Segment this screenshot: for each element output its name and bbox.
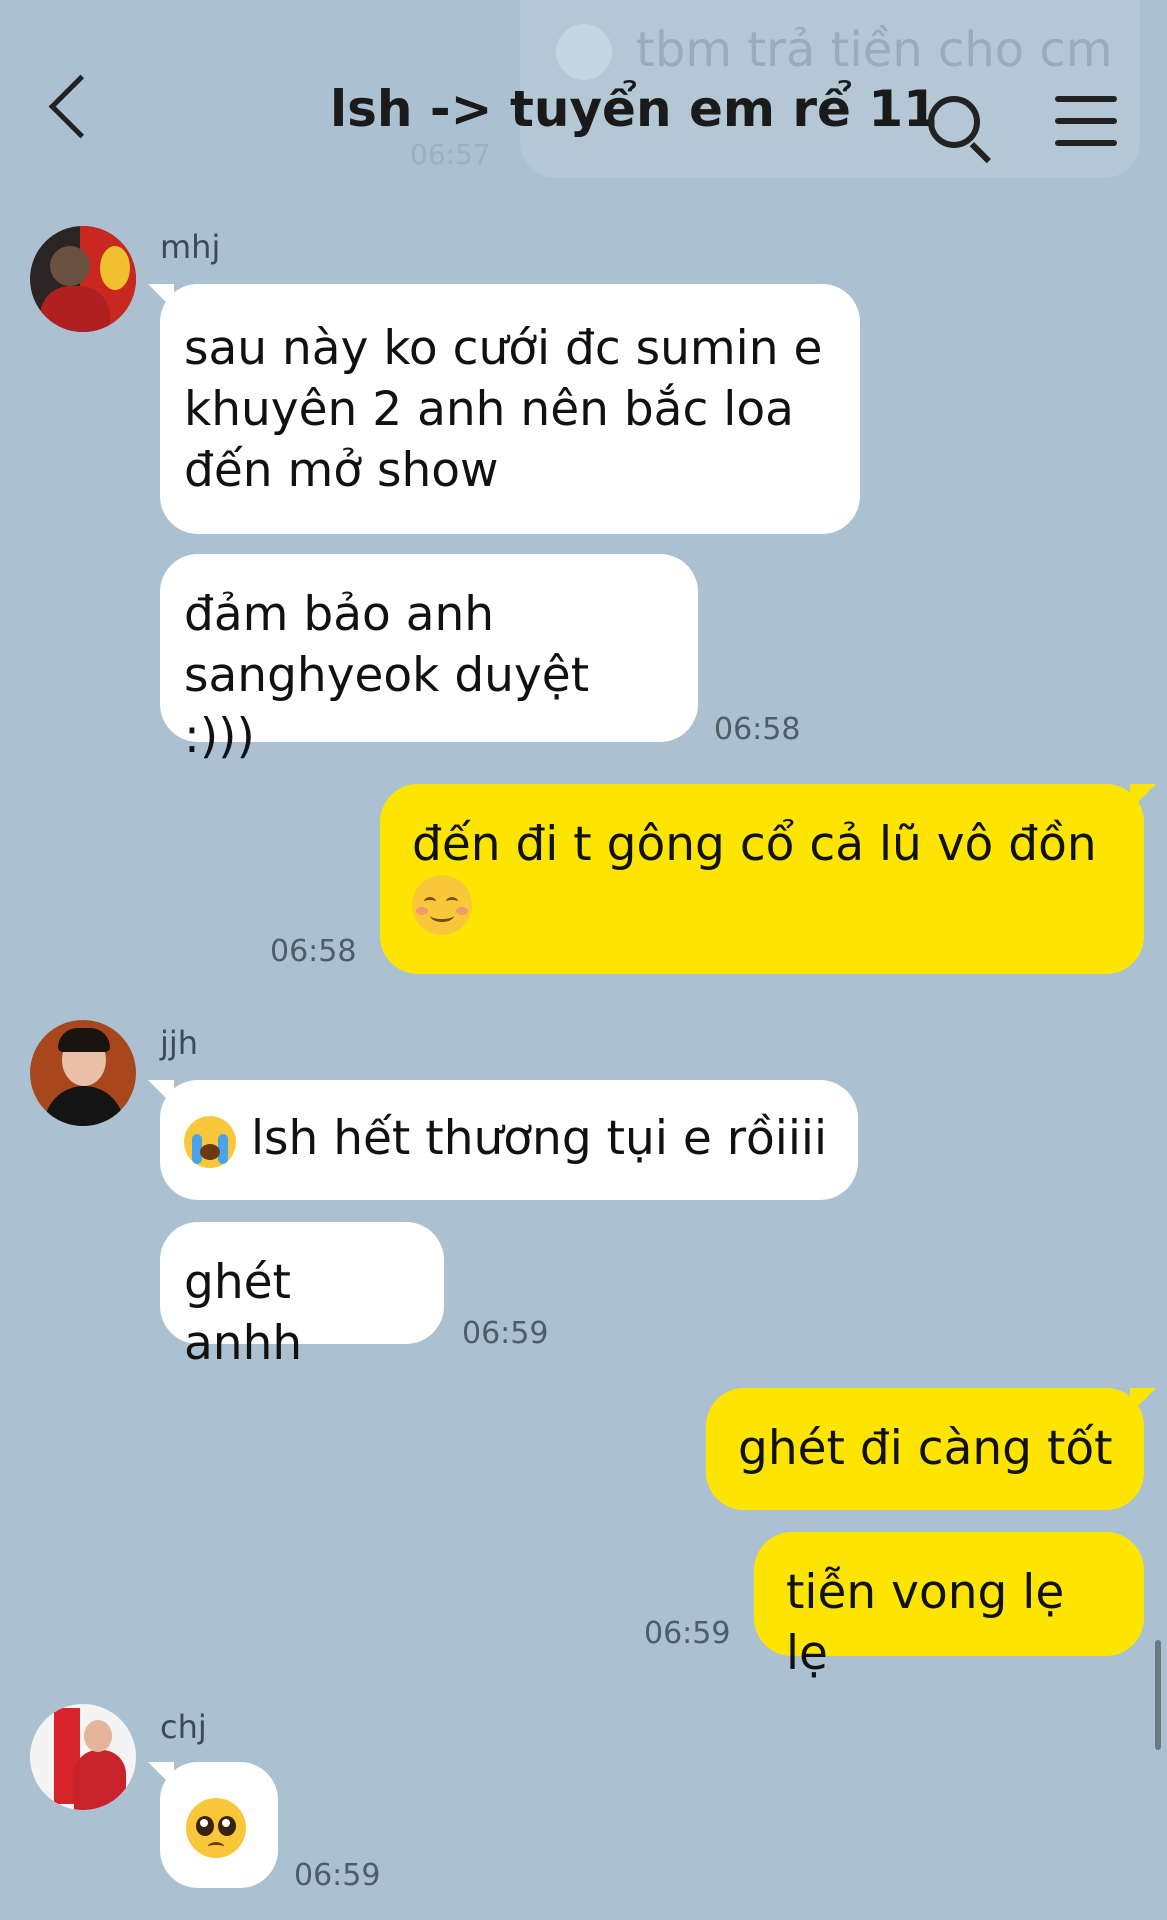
avatar[interactable] [30,226,136,332]
sender-name: jjh [160,1024,199,1062]
message-text: ghét anhh [184,1255,303,1371]
message-text: lsh hết thương tụi e rồiiii [250,1111,828,1166]
avatar[interactable] [30,1020,136,1126]
pleading-face-icon [186,1797,246,1858]
message-bubble[interactable]: lsh hết thương tụi e rồiiii [148,1080,858,1200]
pinned-notice-time: 06:57 [410,138,491,171]
smiling-face-icon [412,874,472,935]
message-text: sau này ko cưới đc sumin e khuyên 2 anh … [184,321,823,498]
message-text: đến đi t gông cổ cả lũ vô đồn [412,817,1097,872]
chat-title: lsh -> tuyển em rể 11 [330,80,938,138]
loudly-crying-face-icon [184,1115,236,1168]
emoji-icon [556,24,612,80]
message-bubble[interactable]: ghét anhh [160,1222,444,1371]
message-time: 06:59 [294,1858,381,1893]
message-time: 06:58 [714,712,801,747]
message-bubble[interactable]: sau này ko cưới đc sumin e khuyên 2 anh … [148,284,860,534]
pinned-notice-text: tbm trả tiền cho cm [636,22,1113,78]
chevron-left-icon[interactable] [48,74,113,139]
message-bubble[interactable]: đảm bảo anh sanghyeok duyệt :))) [160,554,698,764]
message-time: 06:58 [270,934,357,969]
my-message-bubble[interactable]: ghét đi càng tốt [706,1388,1156,1510]
message-bubble[interactable] [148,1762,278,1888]
scrollbar[interactable] [1155,1640,1161,1750]
message-text: đảm bảo anh sanghyeok duyệt :))) [184,587,590,764]
message-text: tiễn vong lẹ lẹ [786,1565,1065,1681]
message-time: 06:59 [462,1316,549,1351]
my-message-bubble[interactable]: đến đi t gông cổ cả lũ vô đồn [380,784,1156,974]
search-icon[interactable] [928,96,980,148]
hamburger-menu-icon[interactable] [1055,96,1117,146]
my-message-bubble[interactable]: tiễn vong lẹ lẹ [754,1532,1144,1681]
avatar[interactable] [30,1704,136,1810]
sender-name: chj [160,1708,207,1746]
message-time: 06:59 [644,1616,731,1651]
message-text: ghét đi càng tốt [738,1421,1113,1476]
sender-name: mhj [160,228,221,266]
